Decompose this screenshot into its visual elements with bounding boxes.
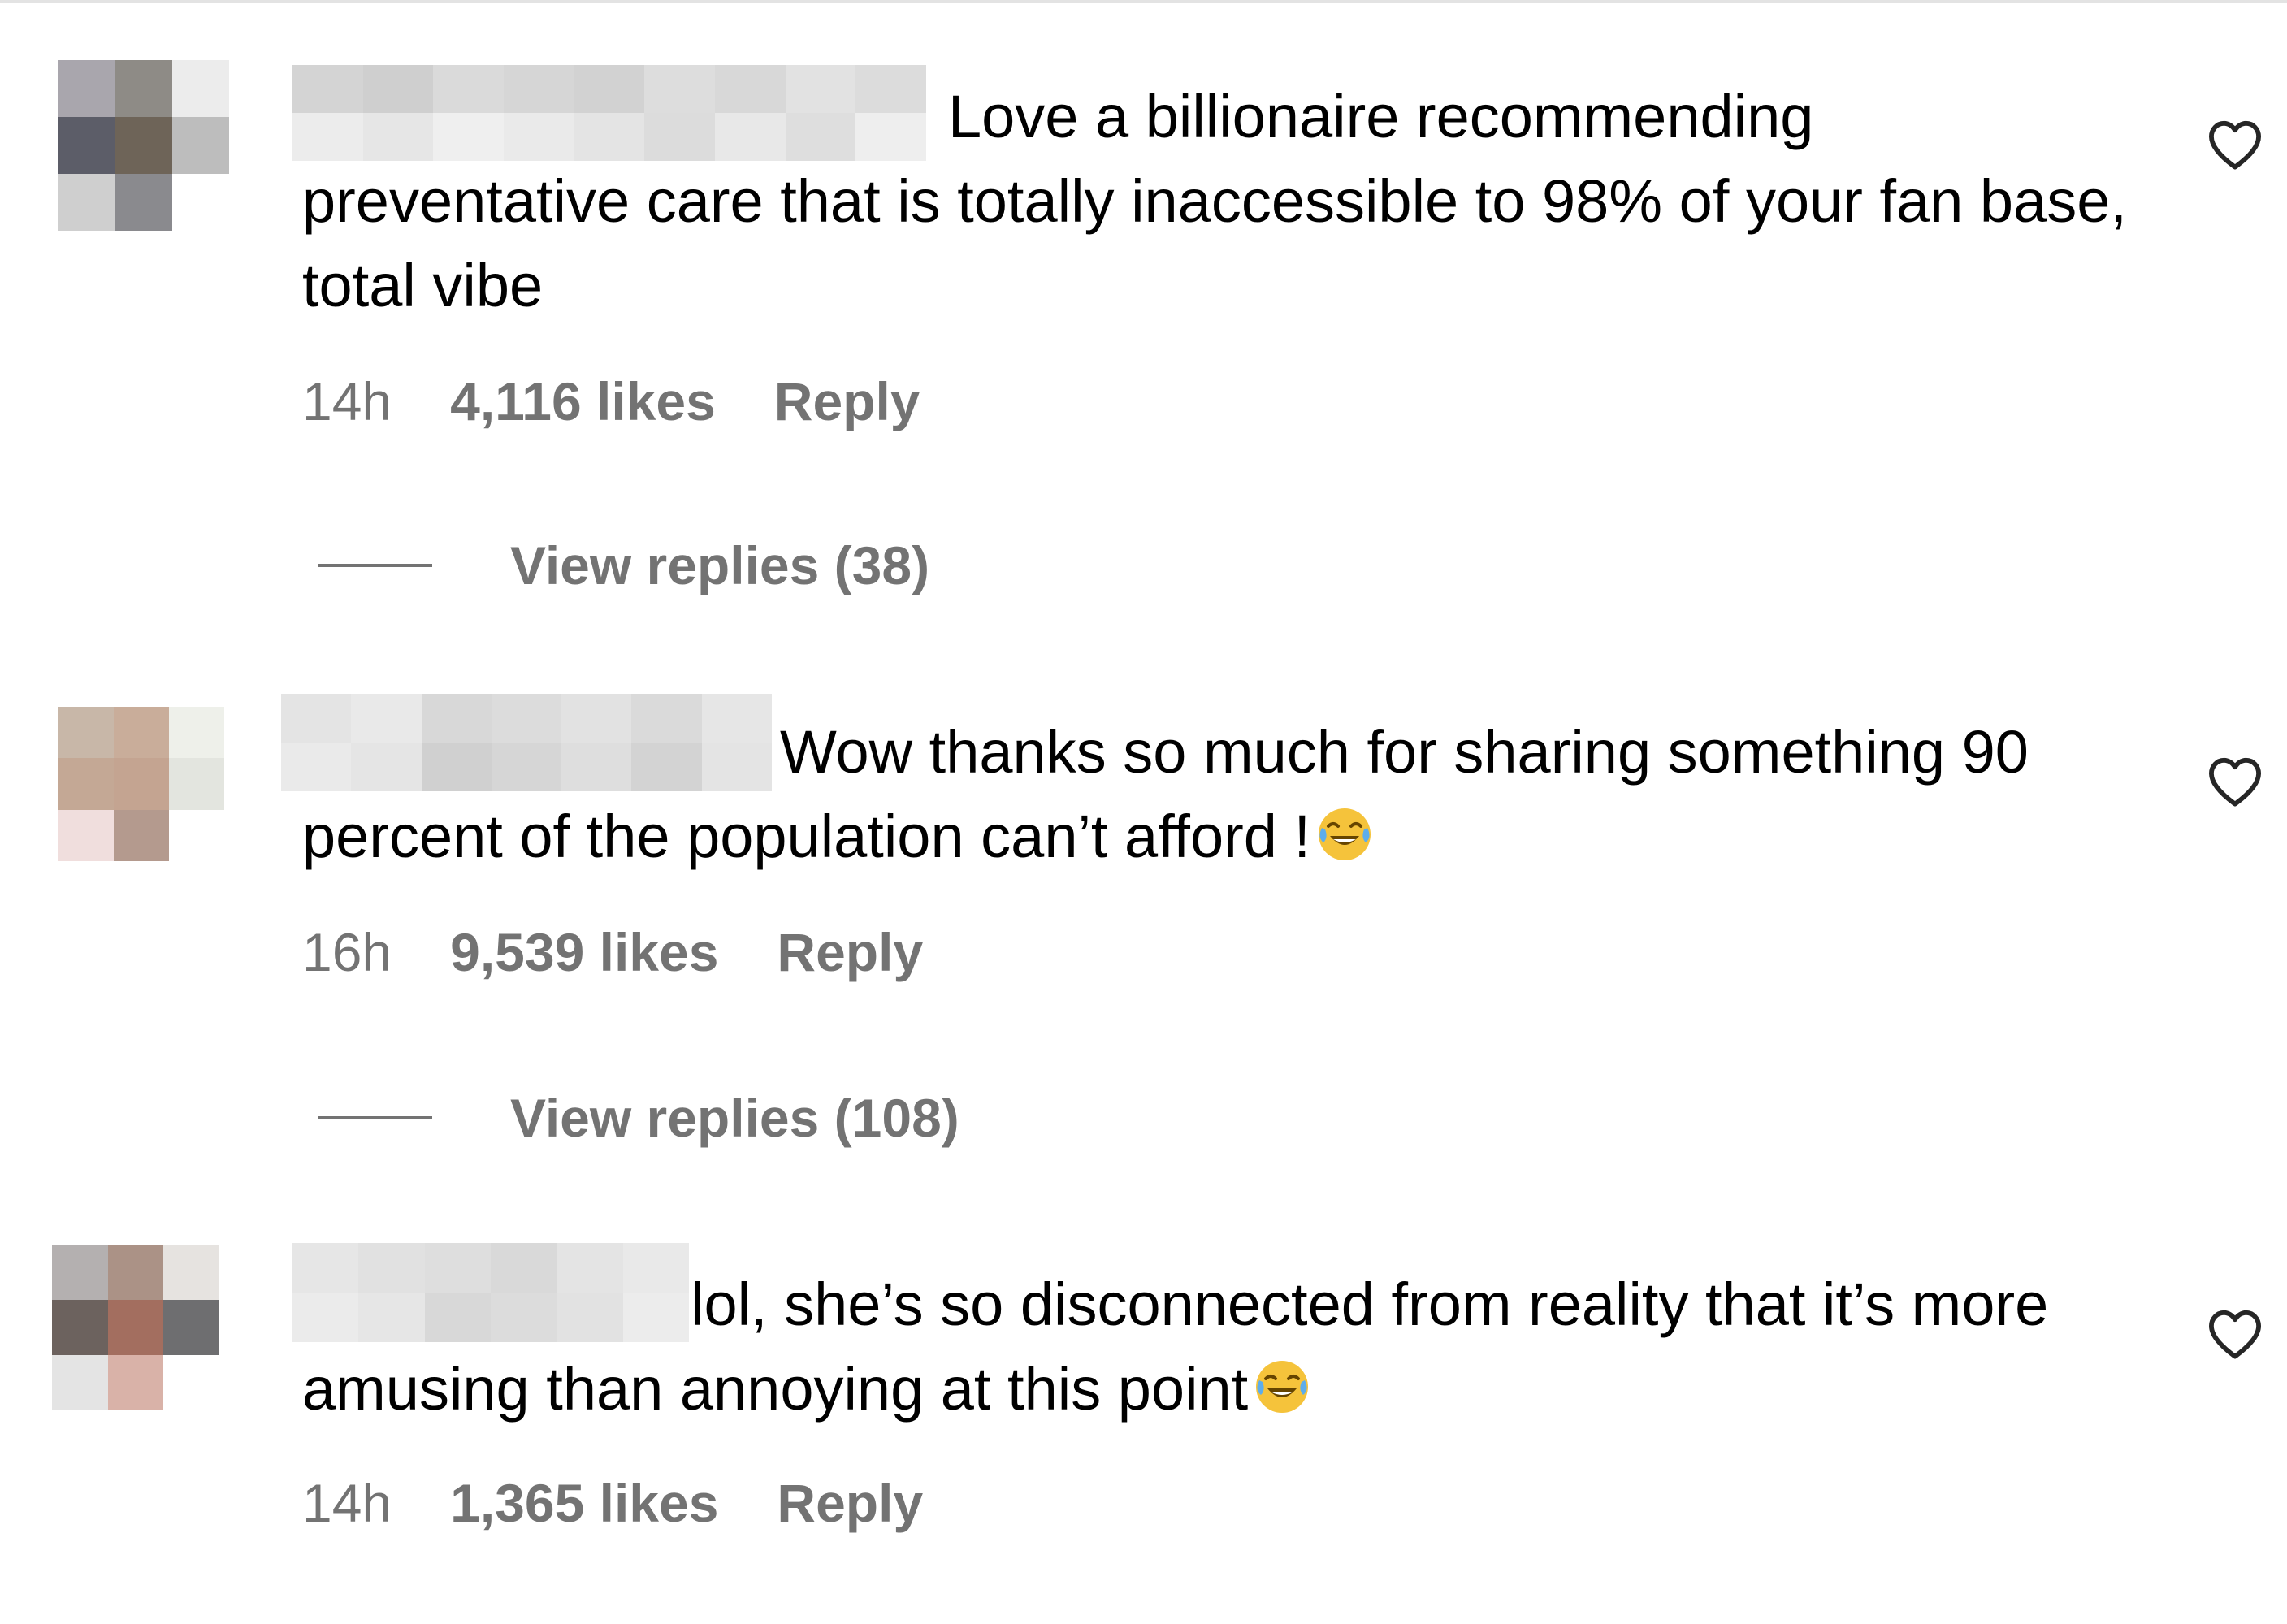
comment-meta: 14h 1,365 likes Reply [302, 1472, 923, 1534]
comment-text: Wow thanks so much for sharing something… [302, 718, 2029, 870]
comment-likes[interactable]: 1,365 likes [450, 1472, 718, 1534]
replies-divider-line [318, 1116, 432, 1119]
comment-timestamp[interactable]: 14h [302, 370, 392, 432]
avatar[interactable] [58, 60, 229, 231]
reply-button[interactable]: Reply [777, 1472, 923, 1534]
face-with-tears-of-joy-icon [1319, 808, 1371, 860]
comment-meta: 16h 9,539 likes Reply [302, 921, 923, 983]
heart-icon[interactable] [2207, 756, 2263, 808]
view-replies-button[interactable]: View replies (38) [318, 535, 929, 596]
top-divider [0, 0, 2287, 3]
comment-text: lol, she’s so disconnected from reality … [302, 1271, 2049, 1423]
avatar[interactable] [52, 1245, 219, 1410]
reply-button[interactable]: Reply [774, 370, 920, 432]
comment-meta: 14h 4,116 likes Reply [302, 370, 920, 432]
comment-likes[interactable]: 9,539 likes [450, 921, 718, 983]
view-replies-button[interactable]: View replies (108) [318, 1087, 959, 1149]
view-replies-label: View replies (108) [510, 1088, 959, 1148]
comment-timestamp[interactable]: 14h [302, 1472, 392, 1534]
heart-icon[interactable] [2207, 1308, 2263, 1360]
avatar[interactable] [58, 707, 224, 861]
reply-button[interactable]: Reply [777, 921, 923, 983]
face-with-tears-of-joy-icon [1256, 1361, 1309, 1413]
comment-likes[interactable]: 4,116 likes [450, 370, 716, 432]
replies-divider-line [318, 564, 432, 567]
view-replies-label: View replies (38) [510, 535, 930, 595]
heart-icon[interactable] [2207, 119, 2263, 171]
comment-text: Love a billionaire recommending preventa… [302, 83, 2127, 319]
comment-timestamp[interactable]: 16h [302, 921, 392, 983]
